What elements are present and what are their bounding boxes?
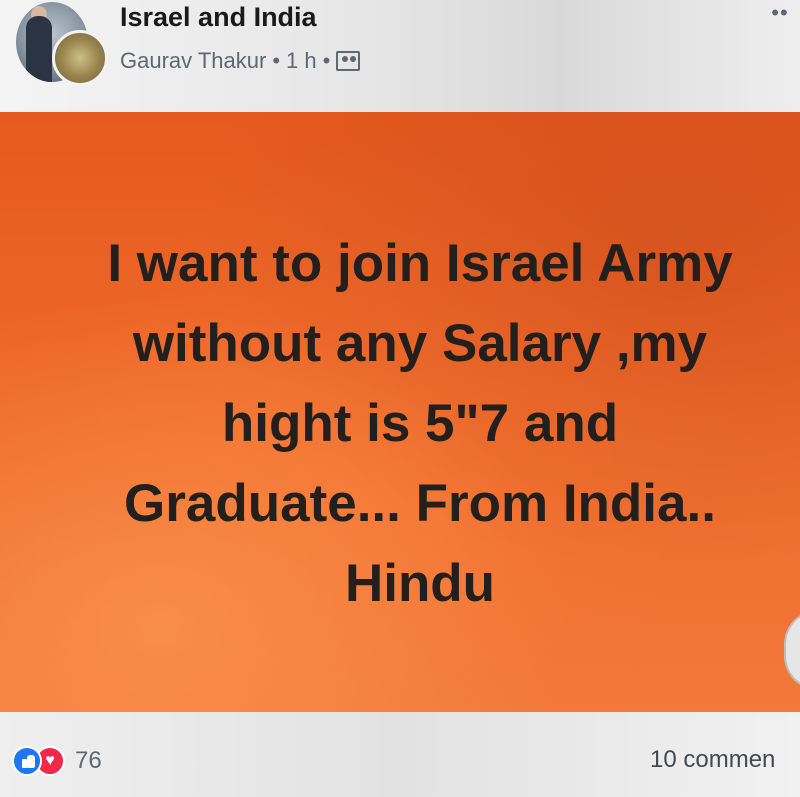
post-meta: Gaurav Thakur • 1 h • <box>120 48 361 74</box>
post-header: Israel and India Gaurav Thakur • 1 h • •… <box>0 0 800 112</box>
group-name-link[interactable]: Israel and India <box>120 2 317 33</box>
comments-count-link[interactable]: 10 commen <box>650 746 775 774</box>
avatar[interactable] <box>10 2 108 88</box>
avatar-person <box>26 16 52 82</box>
post-footer: ♥ 76 10 commen <box>0 712 800 797</box>
author-avatar[interactable] <box>52 30 108 86</box>
post-body-text: I want to join Israel Army without any S… <box>107 234 733 613</box>
reactions-summary[interactable]: ♥ 76 <box>12 746 102 776</box>
post-background-card: I want to join Israel Army without any S… <box>0 112 800 712</box>
author-name-link[interactable]: Gaurav Thakur <box>120 48 266 74</box>
post-timestamp[interactable]: 1 h <box>286 48 317 74</box>
more-options-icon[interactable]: •• <box>760 2 800 26</box>
reaction-count: 76 <box>75 747 102 774</box>
meta-separator: • <box>322 48 331 73</box>
meta-separator: • <box>272 48 281 73</box>
like-reaction-icon <box>12 746 42 776</box>
group-members-icon <box>336 51 361 71</box>
